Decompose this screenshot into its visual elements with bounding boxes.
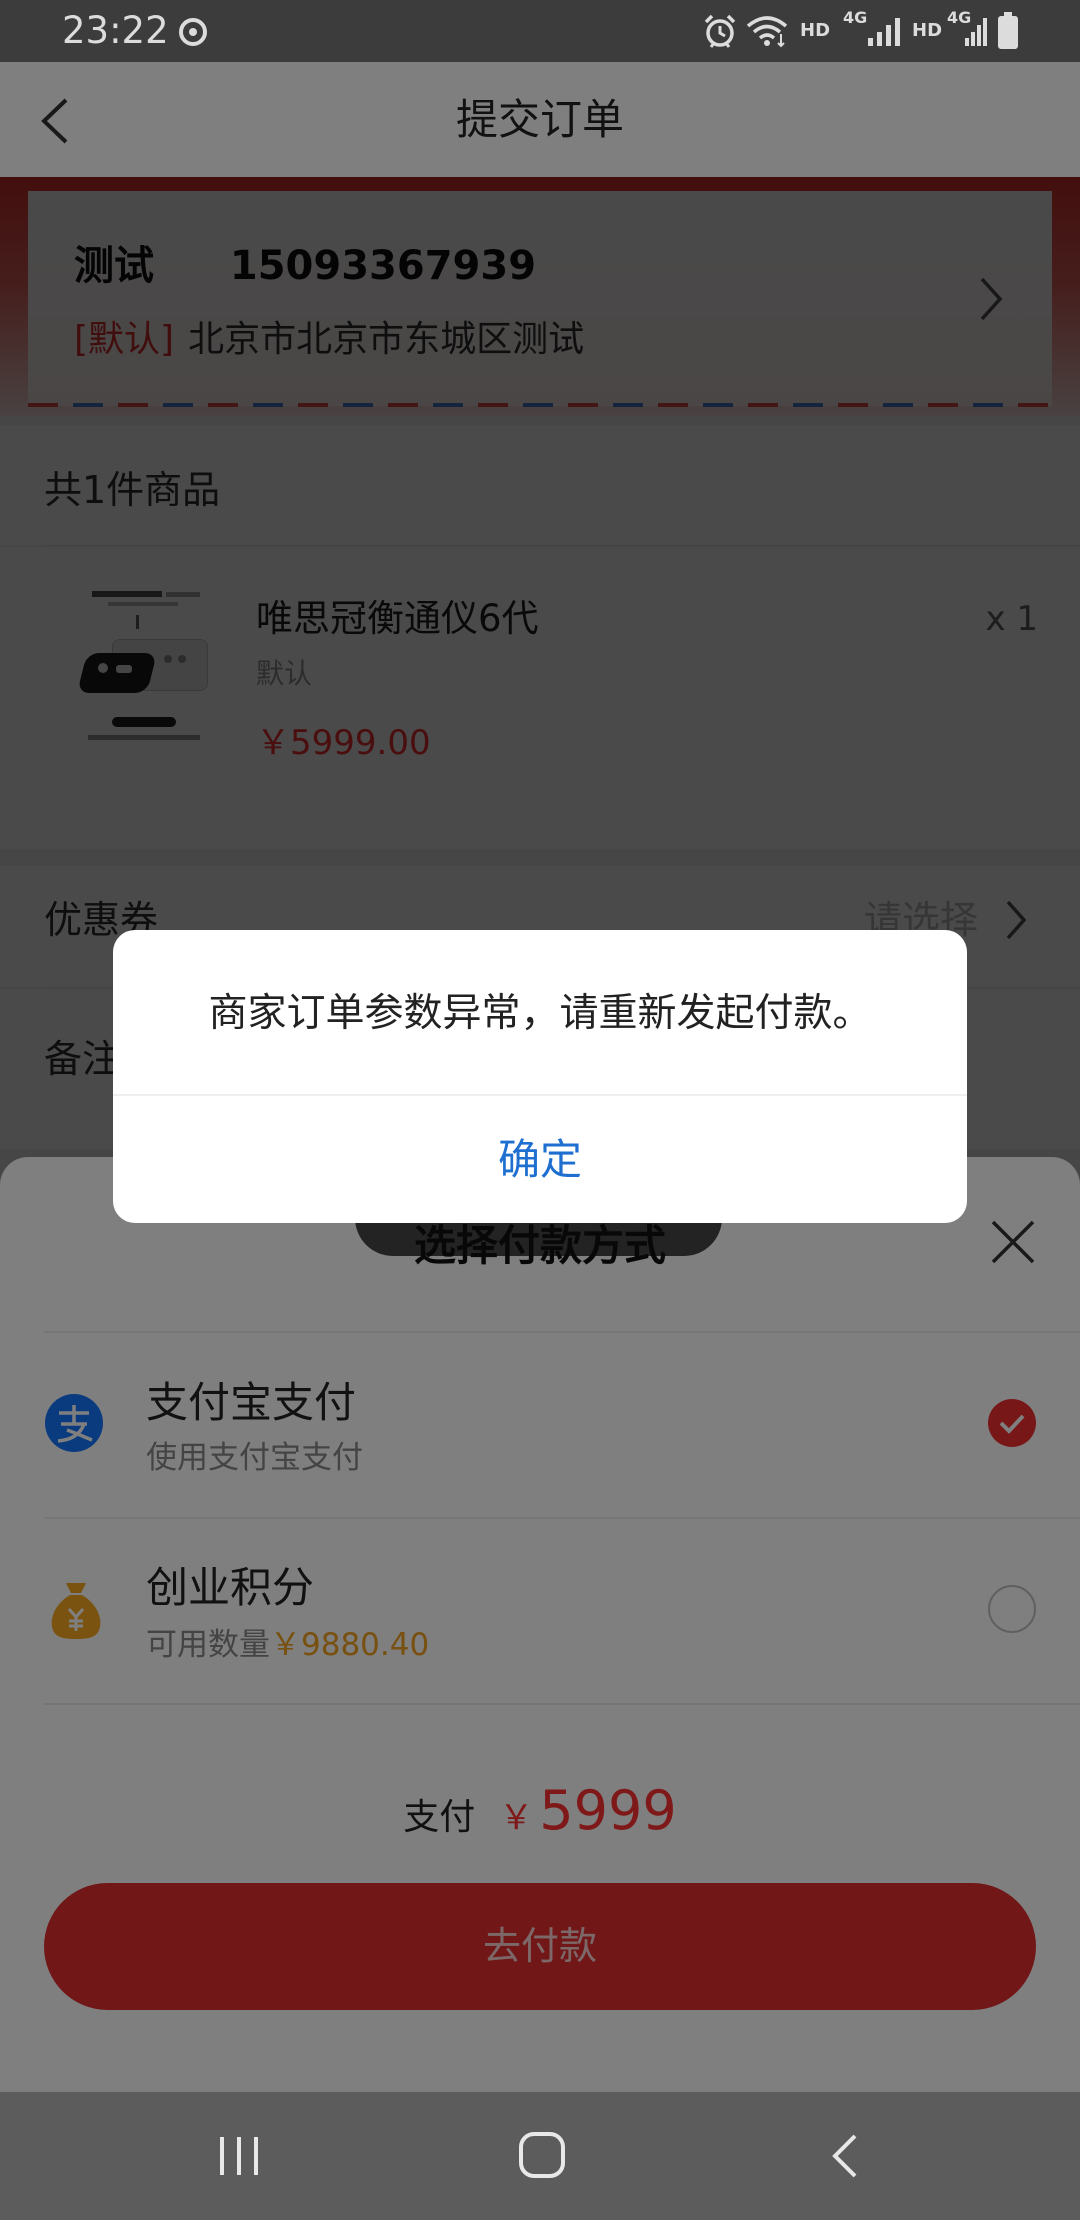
battery-icon xyxy=(998,12,1018,49)
network-type-label: 4G xyxy=(843,8,868,27)
dialog-message: 商家订单参数异常，请重新发起付款。 xyxy=(208,991,872,1036)
confirm-button-label: 确定 xyxy=(497,1135,582,1184)
status-time: 23:22 xyxy=(62,9,169,52)
wifi-icon xyxy=(746,16,788,48)
signal-icon-2 xyxy=(965,18,987,46)
recent-apps-icon[interactable] xyxy=(216,2134,262,2178)
alert-dialog: 商家订单参数异常，请重新发起付款。 确定 xyxy=(113,930,967,1223)
back-nav-icon[interactable] xyxy=(828,2132,862,2180)
home-icon[interactable] xyxy=(518,2131,566,2179)
hd-label: HD xyxy=(800,20,831,41)
confirm-button[interactable]: 确定 xyxy=(113,1096,967,1223)
alarm-icon xyxy=(704,14,736,48)
hd-label-2: HD xyxy=(912,20,943,41)
notification-icon xyxy=(179,18,207,46)
signal-icon xyxy=(868,18,900,46)
system-nav-bar xyxy=(0,2092,1080,2220)
status-bar: 23:22 HD 4G HD 4G xyxy=(0,0,1080,62)
